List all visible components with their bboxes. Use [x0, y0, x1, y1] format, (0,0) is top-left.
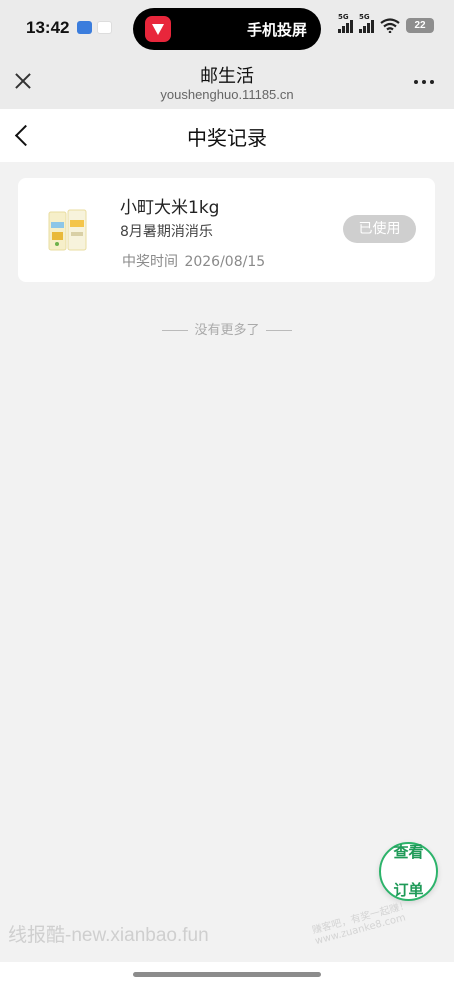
screen-cast-label: 手机投屏: [246, 21, 307, 39]
signal-5g-icon: 5G: [359, 13, 374, 33]
view-orders-label-line1: 查看: [393, 843, 424, 861]
product-image: [46, 202, 90, 254]
page-header: 中奖记录: [0, 109, 454, 162]
watermark-secondary: 赚客吧，有奖一起赚！www.zuanke8.com: [311, 899, 411, 948]
signal-5g-icon: 5G: [338, 13, 353, 33]
bottom-bar: [0, 962, 454, 987]
site-title: 邮生活: [200, 66, 254, 87]
browser-title-bar: 邮生活 youshenghuo.11185.cn: [0, 58, 454, 109]
list-end-text: 没有更多了: [0, 319, 454, 338]
dynamic-island[interactable]: 手机投屏: [133, 8, 321, 50]
prize-time-label: 中奖时间: [122, 254, 178, 270]
more-options-icon[interactable]: [414, 80, 434, 84]
prize-event: 8月暑期消消乐: [120, 224, 213, 240]
site-url: youshenghuo.11185.cn: [160, 87, 294, 102]
prize-name: 小町大米1kg: [120, 198, 220, 218]
app-notification-icon: [97, 21, 112, 34]
wifi-icon: [380, 18, 400, 33]
home-indicator[interactable]: [133, 972, 321, 977]
status-time: 13:42: [26, 18, 70, 37]
prize-record-card[interactable]: 小町大米1kg 8月暑期消消乐 中奖时间 2026/08/15 已使用: [18, 178, 435, 282]
watermark: 线报酷-new.xianbao.fun: [8, 925, 209, 946]
message-app-icon: [77, 21, 92, 34]
screen-cast-app-icon: [145, 16, 171, 42]
prize-time-value: 2026/08/15: [184, 254, 266, 270]
notification-icons: [77, 21, 112, 34]
used-status-button[interactable]: 已使用: [343, 215, 416, 243]
status-indicators: 5G 5G 22: [338, 13, 434, 33]
prize-time: 中奖时间 2026/08/15: [120, 251, 265, 271]
battery-icon: 22: [406, 18, 434, 33]
status-bar: 13:42 手机投屏 5G 5G 22: [0, 0, 454, 58]
page-title: 中奖记录: [187, 126, 267, 150]
